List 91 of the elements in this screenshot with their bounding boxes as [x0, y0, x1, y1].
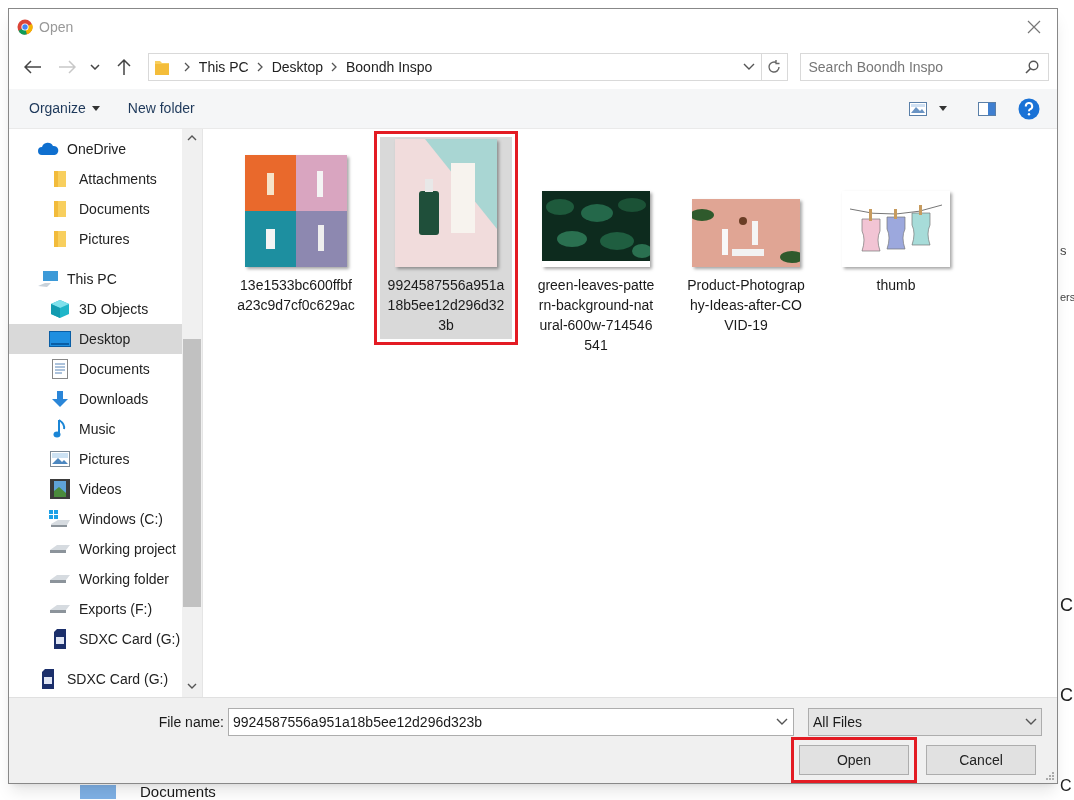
computer-icon [37, 270, 59, 288]
scroll-down-icon [187, 683, 197, 689]
background-text: C [1060, 596, 1073, 614]
refresh-icon [766, 59, 782, 75]
sd-card-icon [53, 629, 67, 649]
sidebar-item[interactable]: OneDrive [9, 134, 182, 164]
folder-icon [53, 170, 67, 188]
pictures-icon [50, 451, 70, 467]
scroll-up-icon [187, 135, 197, 141]
close-icon [1027, 20, 1041, 34]
folder-icon [153, 58, 170, 76]
sidebar-item[interactable]: Pictures [9, 444, 182, 474]
cube-icon [50, 299, 70, 319]
file-item[interactable]: 9924587556a951a18b5ee12d296d323b [380, 137, 512, 339]
up-arrow-icon [117, 58, 131, 76]
sidebar-item[interactable]: 3D Objects [9, 294, 182, 324]
file-name-field[interactable]: 9924587556a951a18b5ee12d296d323b [228, 708, 794, 736]
window-title: Open [39, 17, 74, 37]
open-button[interactable]: Open [799, 745, 909, 775]
breadcrumb-item[interactable]: This PC [198, 56, 249, 78]
background-text: ers [1060, 292, 1074, 303]
sidebar-item[interactable]: Videos [9, 474, 182, 504]
field-label: File name: [157, 712, 224, 732]
scrollbar-thumb[interactable] [183, 339, 201, 607]
preview-pane-icon [978, 101, 996, 116]
sidebar-item[interactable]: Working folder [9, 564, 182, 594]
sidebar-item[interactable]: SDXC Card (G:) [9, 624, 182, 654]
desktop-icon [49, 331, 71, 347]
sidebar-item[interactable]: Desktop [9, 324, 182, 354]
background-text: s [1060, 244, 1067, 257]
background-text: C [1060, 686, 1073, 704]
sidebar-item[interactable]: Windows (C:) [9, 504, 182, 534]
sidebar-item[interactable]: Documents [9, 194, 182, 224]
cancel-button[interactable]: Cancel [926, 745, 1036, 775]
file-name[interactable]: 9924587556a951a18b5ee12d296d323b [387, 275, 505, 335]
new-folder-button[interactable]: New folder [119, 94, 203, 123]
folder-icon [53, 200, 67, 218]
sidebar-item[interactable]: Pictures [9, 224, 182, 254]
forward-arrow-icon [57, 60, 76, 74]
file-item[interactable]: green-leaves-pattern-background-natural-600w-714546541 [530, 137, 662, 359]
view-icon [909, 101, 927, 116]
breadcrumb-item[interactable]: Boondh Inspo [346, 56, 433, 78]
search-field[interactable]: Search Boondh Inspo [799, 53, 1049, 81]
help-icon [1018, 97, 1040, 120]
document-icon [52, 359, 68, 379]
caret-icon [939, 106, 947, 111]
breadcrumb-item[interactable]: Desktop [271, 56, 323, 78]
back-arrow-icon [23, 60, 42, 74]
file-type-dropdown[interactable]: All Files [808, 708, 1042, 736]
search-icon [1025, 60, 1039, 74]
sidebar-item[interactable]: Exports (F:) [9, 594, 182, 624]
resize-grip-icon [1045, 771, 1055, 781]
sidebar-item[interactable]: Working project [9, 534, 182, 564]
sidebar-item[interactable]: Music [9, 414, 182, 444]
file-name[interactable]: Product-Photography-Ideas-after-COVID-19 [687, 275, 805, 335]
file-item[interactable]: thumb [830, 137, 962, 299]
film-icon [50, 479, 70, 499]
chevron-icon [256, 62, 264, 72]
sidebar-item[interactable]: This PC [9, 264, 182, 294]
caret-icon [1025, 718, 1037, 726]
music-note-icon [53, 419, 67, 439]
drive-icon [49, 510, 71, 528]
caret-icon [90, 64, 101, 70]
file-name[interactable]: 13e1533bc600ffbfa23c9d7cf0c629ac [237, 275, 355, 315]
address-bar[interactable]: This PC Desktop Boondh Inspo [147, 53, 788, 81]
sidebar-item[interactable]: Documents [9, 354, 182, 384]
background-text: C [1060, 778, 1072, 794]
file-name[interactable]: thumb [837, 275, 955, 295]
folder-icon [80, 784, 116, 799]
scrollbar[interactable] [182, 129, 202, 697]
download-arrow-icon [51, 390, 69, 408]
drive-icon [49, 574, 71, 584]
chevron-icon [183, 62, 191, 72]
file-name[interactable]: green-leaves-pattern-background-natural-600w-714546541 [537, 275, 655, 355]
caret-icon [742, 63, 755, 71]
app-icon [17, 19, 33, 35]
caret-icon [776, 718, 788, 726]
drive-icon [49, 544, 71, 554]
drive-icon [49, 604, 71, 614]
cloud-icon [37, 142, 59, 156]
chevron-icon [331, 62, 338, 72]
folder-icon [53, 230, 67, 248]
sd-card-icon [41, 669, 55, 689]
sidebar-item[interactable]: Downloads [9, 384, 182, 414]
file-item[interactable]: 13e1533bc600ffbfa23c9d7cf0c629ac [230, 137, 362, 319]
sidebar-item[interactable]: SDXC Card (G:) [9, 664, 182, 694]
file-item[interactable]: Product-Photography-Ideas-after-COVID-19 [680, 137, 812, 339]
organize-button[interactable]: Organize [21, 94, 108, 123]
caret-icon [91, 106, 100, 111]
sidebar-item[interactable]: Attachments [9, 164, 182, 194]
background-text: Documents [140, 784, 216, 799]
